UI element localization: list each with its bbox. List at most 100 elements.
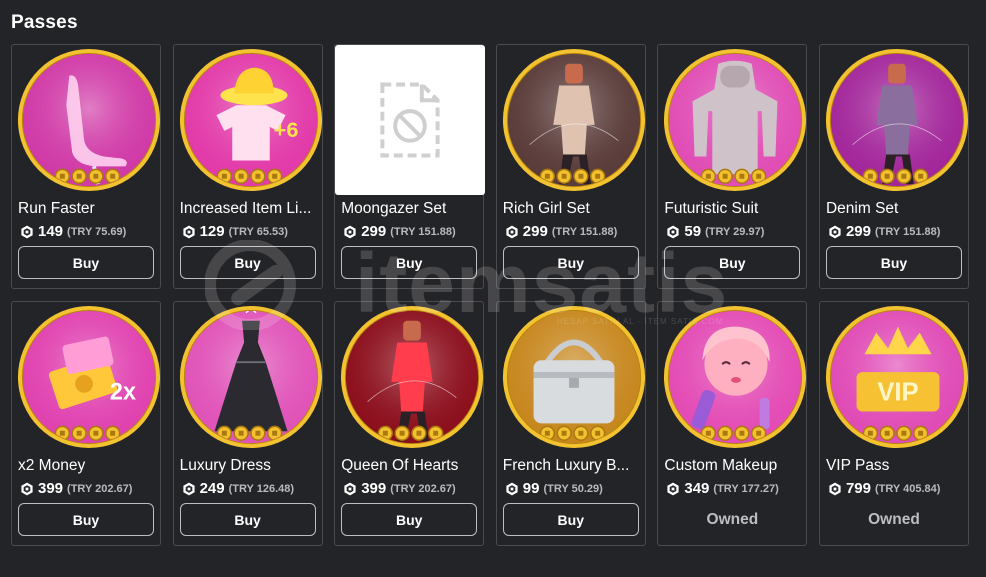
- pass-name[interactable]: Rich Girl Set: [503, 200, 643, 218]
- price-row: 349 (TRY 177.27): [666, 480, 779, 497]
- price-row: 399 (TRY 202.67): [343, 480, 456, 497]
- pass-thumbnail[interactable]: [500, 46, 648, 194]
- pass-thumbnail[interactable]: [661, 303, 809, 451]
- pass-thumbnail[interactable]: [661, 46, 809, 194]
- buy-button[interactable]: Buy: [18, 503, 154, 536]
- passes-grid: Run Faster 149 (TRY 75.69) Buy +6 Increased…: [11, 44, 969, 546]
- robux-icon: [343, 225, 357, 239]
- pass-name[interactable]: Luxury Dress: [180, 457, 320, 475]
- buy-button[interactable]: Buy: [664, 246, 801, 279]
- pass-price: 99: [522, 480, 540, 497]
- pass-name[interactable]: Custom Makeup: [664, 457, 804, 475]
- pass-thumbnail[interactable]: VIP: [823, 303, 971, 451]
- svg-text:2x: 2x: [110, 380, 136, 406]
- pass-price: 59: [684, 223, 702, 240]
- buy-button[interactable]: Buy: [18, 246, 154, 279]
- buy-button[interactable]: Buy: [502, 503, 639, 536]
- robux-icon: [828, 482, 842, 496]
- pass-fiat-price: (TRY 50.29): [543, 482, 603, 495]
- price-row: 299 (TRY 151.88): [505, 223, 617, 240]
- pass-card[interactable]: Custom Makeup 349 (TRY 177.27) Owned: [657, 301, 809, 546]
- pass-price: 399: [38, 480, 64, 497]
- pass-name[interactable]: Run Faster: [18, 200, 158, 218]
- pass-fiat-price: (TRY 202.67): [390, 482, 456, 495]
- pass-card[interactable]: Futuristic Suit 59 (TRY 29.97) Buy: [657, 44, 809, 289]
- price-row: 99 (TRY 50.29): [505, 480, 603, 497]
- robux-icon: [182, 482, 196, 496]
- price-row: 299 (TRY 151.88): [343, 223, 456, 240]
- price-row: 149 (TRY 75.69): [20, 223, 126, 240]
- pass-card[interactable]: +6 Increased Item Li... 129 (TRY 65.53) Buy: [172, 44, 325, 289]
- pass-name[interactable]: x2 Money: [18, 457, 158, 475]
- svg-text:+6: +6: [273, 117, 298, 142]
- pass-card[interactable]: Denim Set 299 (TRY 151.88) Buy: [818, 44, 971, 289]
- buy-button[interactable]: Buy: [341, 246, 478, 279]
- pass-name[interactable]: Increased Item Li...: [180, 200, 320, 218]
- buy-button[interactable]: Buy: [825, 246, 962, 279]
- pass-name[interactable]: Denim Set: [826, 200, 966, 218]
- robux-icon: [666, 482, 680, 496]
- pass-fiat-price: (TRY 29.97): [705, 225, 765, 238]
- robux-icon: [505, 225, 519, 239]
- pass-thumbnail[interactable]: [500, 303, 648, 451]
- pass-thumbnail[interactable]: [823, 46, 971, 194]
- pass-card[interactable]: French Luxury B... 99 (TRY 50.29) Buy: [495, 301, 648, 546]
- pass-name[interactable]: Queen Of Hearts: [341, 457, 481, 475]
- price-row: 799 (TRY 405.84): [828, 480, 940, 497]
- pass-price: 349: [684, 480, 710, 497]
- pass-fiat-price: (TRY 126.48): [228, 482, 295, 495]
- pass-name[interactable]: VIP Pass: [826, 457, 966, 475]
- owned-label: Owned: [706, 510, 759, 528]
- pass-price: 249: [199, 480, 225, 497]
- pass-fiat-price: (TRY 151.88): [390, 225, 456, 238]
- pass-card[interactable]: Moongazer Set 299 (TRY 151.88) Buy: [334, 44, 486, 289]
- pass-fiat-price: (TRY 65.53): [228, 225, 288, 238]
- pass-card[interactable]: VIP VIP Pass 799 (TRY 405.84) Owned: [818, 301, 971, 546]
- pass-card[interactable]: Run Faster 149 (TRY 75.69) Buy: [11, 44, 161, 289]
- robux-icon: [20, 225, 34, 239]
- price-row: 59 (TRY 29.97): [666, 223, 764, 240]
- robux-icon: [182, 225, 196, 239]
- pass-price: 299: [522, 223, 548, 240]
- section-title: Passes: [11, 12, 78, 33]
- price-row: 249 (TRY 126.48): [182, 480, 294, 497]
- pass-fiat-price: (TRY 202.67): [67, 482, 133, 495]
- pass-fiat-price: (TRY 177.27): [713, 482, 779, 495]
- buy-button[interactable]: Buy: [341, 503, 478, 536]
- robux-icon: [343, 482, 357, 496]
- robux-icon: [20, 482, 34, 496]
- pass-thumbnail[interactable]: [177, 303, 325, 451]
- svg-text:VIP: VIP: [877, 379, 918, 407]
- pass-thumbnail[interactable]: [15, 46, 163, 194]
- pass-price: 299: [361, 223, 387, 240]
- pass-name[interactable]: Futuristic Suit: [664, 200, 804, 218]
- owned-label: Owned: [868, 510, 920, 528]
- price-row: 399 (TRY 202.67): [20, 480, 132, 497]
- pass-name[interactable]: Moongazer Set: [341, 200, 481, 218]
- pass-fiat-price: (TRY 405.84): [875, 482, 941, 495]
- robux-icon: [828, 225, 842, 239]
- image-placeholder-icon[interactable]: [335, 45, 486, 195]
- pass-price: 129: [199, 223, 225, 240]
- pass-thumbnail[interactable]: +6: [177, 46, 325, 194]
- pass-fiat-price: (TRY 151.88): [551, 225, 618, 238]
- robux-icon: [505, 482, 519, 496]
- pass-fiat-price: (TRY 151.88): [875, 225, 941, 238]
- buy-button[interactable]: Buy: [179, 503, 316, 536]
- pass-card[interactable]: Rich Girl Set 299 (TRY 151.88) Buy: [495, 44, 648, 289]
- pass-card[interactable]: 2x x2 Money 399 (TRY 202.67) Buy: [11, 301, 161, 546]
- buy-button[interactable]: Buy: [502, 246, 639, 279]
- pass-price: 799: [845, 480, 871, 497]
- pass-thumbnail[interactable]: [338, 303, 486, 451]
- pass-fiat-price: (TRY 75.69): [67, 225, 127, 238]
- price-row: 299 (TRY 151.88): [828, 223, 940, 240]
- pass-name[interactable]: French Luxury B...: [503, 457, 643, 475]
- pass-price: 399: [361, 480, 387, 497]
- pass-price: 149: [38, 223, 64, 240]
- robux-icon: [666, 225, 680, 239]
- buy-button[interactable]: Buy: [179, 246, 316, 279]
- pass-thumbnail[interactable]: 2x: [15, 303, 163, 451]
- pass-card[interactable]: Luxury Dress 249 (TRY 126.48) Buy: [172, 301, 325, 546]
- price-row: 129 (TRY 65.53): [182, 223, 288, 240]
- pass-card[interactable]: Queen Of Hearts 399 (TRY 202.67) Buy: [334, 301, 486, 546]
